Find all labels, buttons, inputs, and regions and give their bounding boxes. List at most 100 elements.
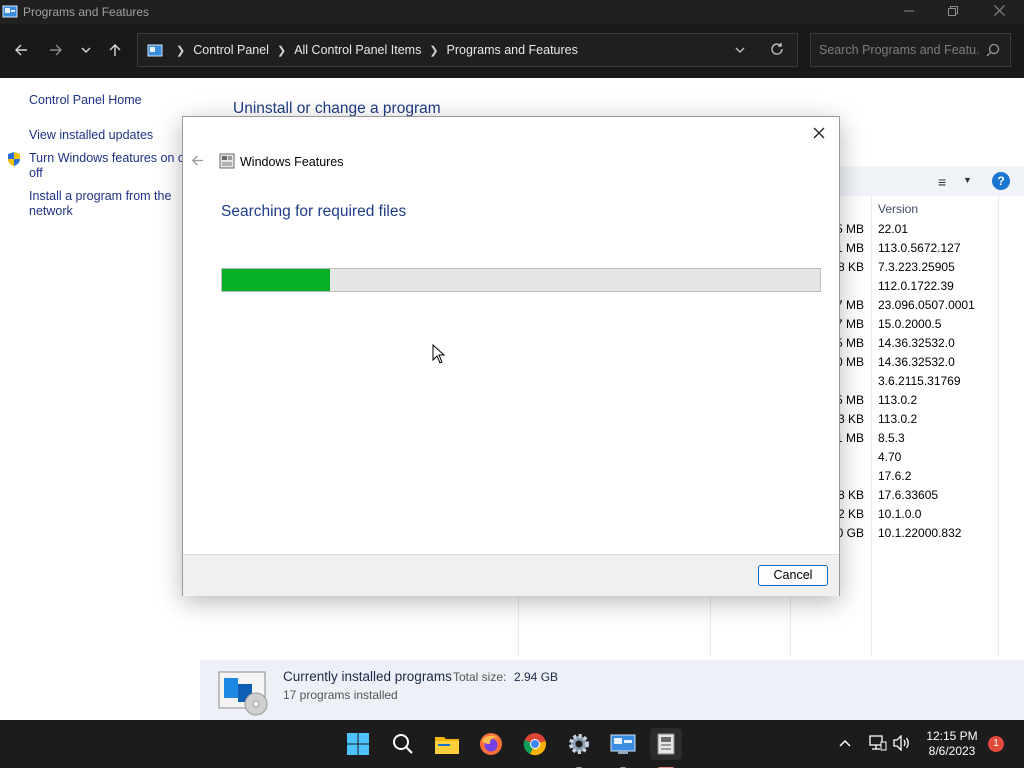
breadcrumb-all-items[interactable]: All Control Panel Items	[294, 43, 421, 57]
address-dropdown-button[interactable]	[734, 44, 746, 59]
breadcrumb-separator-icon[interactable]: ❯	[429, 44, 438, 57]
row-version-cell: 3.6.2115.31769	[878, 374, 961, 388]
left-pane: Control Panel Home View installed update…	[0, 78, 200, 720]
control-panel-home-link[interactable]: Control Panel Home	[29, 93, 142, 108]
minimize-button[interactable]	[886, 0, 932, 24]
view-dropdown-icon[interactable]: ▼	[963, 175, 972, 185]
speaker-icon	[893, 734, 909, 752]
start-button[interactable]	[342, 728, 374, 760]
file-explorer-icon	[435, 737, 459, 754]
arrow-up-icon	[109, 44, 121, 56]
taskbar-control-panel[interactable]	[607, 728, 639, 768]
forward-button[interactable]	[44, 38, 68, 62]
mouse-cursor-icon	[432, 344, 446, 364]
start-icon	[347, 733, 369, 755]
taskbar-search-button[interactable]	[387, 728, 419, 760]
row-version-cell: 14.36.32532.0	[878, 336, 955, 350]
up-button[interactable]	[103, 38, 127, 62]
close-icon	[813, 127, 825, 139]
title-bar: Programs and Features	[0, 0, 1024, 24]
taskbar: 12:15 PM 8/6/2023	[0, 720, 1024, 768]
dialog-close-button[interactable]	[809, 123, 829, 143]
windows-features-icon	[657, 733, 675, 755]
taskbar-chrome[interactable]	[519, 728, 551, 760]
column-header-version[interactable]: Version	[878, 202, 918, 216]
column-divider	[998, 196, 999, 656]
windows-features-icon	[219, 153, 235, 169]
details-pane: Currently installed programs Total size:…	[200, 660, 1024, 720]
dialog-footer: Cancel	[183, 554, 839, 596]
uac-shield-icon	[8, 152, 20, 166]
taskbar-firefox[interactable]	[475, 728, 507, 760]
install-from-network-link[interactable]: Install a program from the	[29, 189, 171, 204]
dialog-status-heading: Searching for required files	[221, 203, 407, 220]
taskbar-settings[interactable]	[563, 728, 595, 768]
windows-features-dialog: Windows Features Searching for required …	[182, 116, 840, 596]
programs-count: 17 programs installed	[283, 688, 398, 702]
address-bar[interactable]: ❯ Control Panel ❯ All Control Panel Item…	[137, 33, 798, 67]
cancel-button[interactable]: Cancel	[758, 565, 828, 586]
chrome-icon	[523, 733, 546, 756]
control-panel-icon	[147, 44, 163, 57]
row-version-cell: 112.0.1722.39	[878, 279, 954, 293]
network-status[interactable]	[869, 735, 887, 754]
minimize-icon	[904, 10, 914, 12]
breadcrumb-control-panel[interactable]: Control Panel	[193, 43, 269, 57]
refresh-button[interactable]	[770, 42, 784, 59]
view-installed-updates-link[interactable]: View installed updates	[29, 128, 153, 143]
breadcrumb-programs-features[interactable]: Programs and Features	[447, 43, 578, 57]
details-title: Currently installed programs	[283, 669, 452, 684]
help-icon[interactable]: ?	[992, 172, 1010, 190]
window-title: Programs and Features	[23, 5, 150, 19]
search-box[interactable]: Search Programs and Featu...	[810, 33, 1011, 67]
notification-badge[interactable]: 1	[988, 736, 1004, 752]
row-version-cell: 4.70	[878, 450, 902, 464]
row-version-cell: 10.1.0.0	[878, 507, 922, 521]
control-panel-icon	[2, 5, 18, 18]
taskbar-file-explorer[interactable]	[431, 728, 463, 760]
windows-features-link[interactable]: Turn Windows features on or	[29, 151, 199, 166]
search-icon	[393, 734, 413, 754]
maximize-button[interactable]	[930, 0, 976, 24]
close-button[interactable]	[976, 0, 1022, 24]
search-icon[interactable]	[986, 43, 1000, 57]
install-from-network-link-line2[interactable]: network	[29, 204, 73, 219]
row-version-cell: 10.1.22000.832	[878, 526, 962, 540]
show-hidden-icons-button[interactable]	[838, 736, 852, 753]
row-version-cell: 22.01	[878, 222, 909, 236]
row-version-cell: 113.0.2	[878, 412, 918, 426]
clock-date: 8/6/2023	[928, 744, 976, 758]
search-input[interactable]: Search Programs and Featu...	[819, 43, 979, 57]
arrow-left-icon	[191, 155, 204, 166]
back-button[interactable]	[9, 38, 33, 62]
column-divider	[871, 196, 872, 656]
dialog-title: Windows Features	[240, 155, 344, 169]
row-version-cell: 17.6.2	[878, 469, 912, 483]
firefox-icon	[480, 733, 502, 755]
row-version-cell: 113.0.2	[878, 393, 918, 407]
system-clock[interactable]: 12:15 PM 8/6/2023	[922, 729, 982, 759]
breadcrumb: ❯ Control Panel ❯ All Control Panel Item…	[168, 43, 578, 57]
chevron-down-icon	[81, 47, 91, 53]
chevron-down-icon	[735, 47, 745, 53]
volume-control[interactable]	[893, 734, 911, 754]
network-icon	[869, 735, 887, 751]
view-options-icon[interactable]: ≡	[938, 174, 946, 190]
row-version-cell: 8.5.3	[878, 431, 905, 445]
settings-icon	[569, 734, 589, 754]
row-version-cell: 15.0.2000.5	[878, 317, 942, 331]
dialog-back-button[interactable]	[191, 154, 204, 170]
row-version-cell: 17.6.33605	[878, 488, 939, 502]
row-version-cell: 113.0.5672.127	[878, 241, 961, 255]
row-version-cell: 7.3.223.25905	[878, 260, 955, 274]
recent-locations-button[interactable]	[74, 38, 98, 62]
breadcrumb-separator-icon: ❯	[176, 44, 186, 57]
progress-bar	[221, 268, 821, 292]
navigation-bar: ❯ Control Panel ❯ All Control Panel Item…	[0, 24, 1024, 78]
total-size-label: Total size:	[453, 670, 507, 684]
taskbar-windows-features[interactable]	[650, 728, 682, 768]
control-panel-icon	[610, 734, 636, 754]
breadcrumb-separator-icon[interactable]: ❯	[277, 44, 286, 57]
clock-time: 12:15 PM	[926, 729, 978, 743]
windows-features-link-line2[interactable]: off	[29, 166, 43, 181]
